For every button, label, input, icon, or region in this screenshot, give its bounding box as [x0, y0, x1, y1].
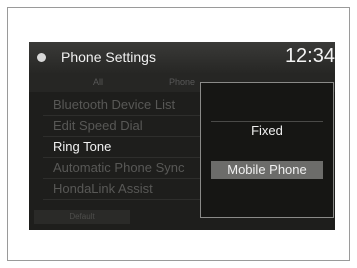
option-mobile-phone[interactable]: Mobile Phone — [211, 161, 323, 179]
menu-item-automatic-phone-sync[interactable]: Automatic Phone Sync — [43, 158, 203, 179]
settings-menu: Bluetooth Device List Edit Speed Dial Ri… — [43, 95, 203, 200]
tab-all[interactable]: All — [93, 77, 103, 87]
option-fixed[interactable]: Fixed — [211, 121, 323, 140]
infotainment-screen: Phone Settings 12:34 All Phone Bluetooth… — [29, 42, 335, 230]
ring-tone-popup: Fixed Mobile Phone — [200, 82, 334, 218]
title-bar: Phone Settings 12:34 — [29, 42, 335, 74]
tab-phone[interactable]: Phone — [169, 77, 195, 87]
page-title: Phone Settings — [61, 49, 156, 65]
settings-dot-icon — [37, 53, 46, 62]
menu-item-bluetooth-device-list[interactable]: Bluetooth Device List — [43, 95, 203, 116]
menu-item-edit-speed-dial[interactable]: Edit Speed Dial — [43, 116, 203, 137]
menu-item-hondalink-assist[interactable]: HondaLink Assist — [43, 179, 203, 200]
menu-item-ring-tone[interactable]: Ring Tone — [43, 137, 203, 158]
clock: 12:34 — [284, 45, 335, 67]
default-button[interactable]: Default — [34, 210, 130, 224]
